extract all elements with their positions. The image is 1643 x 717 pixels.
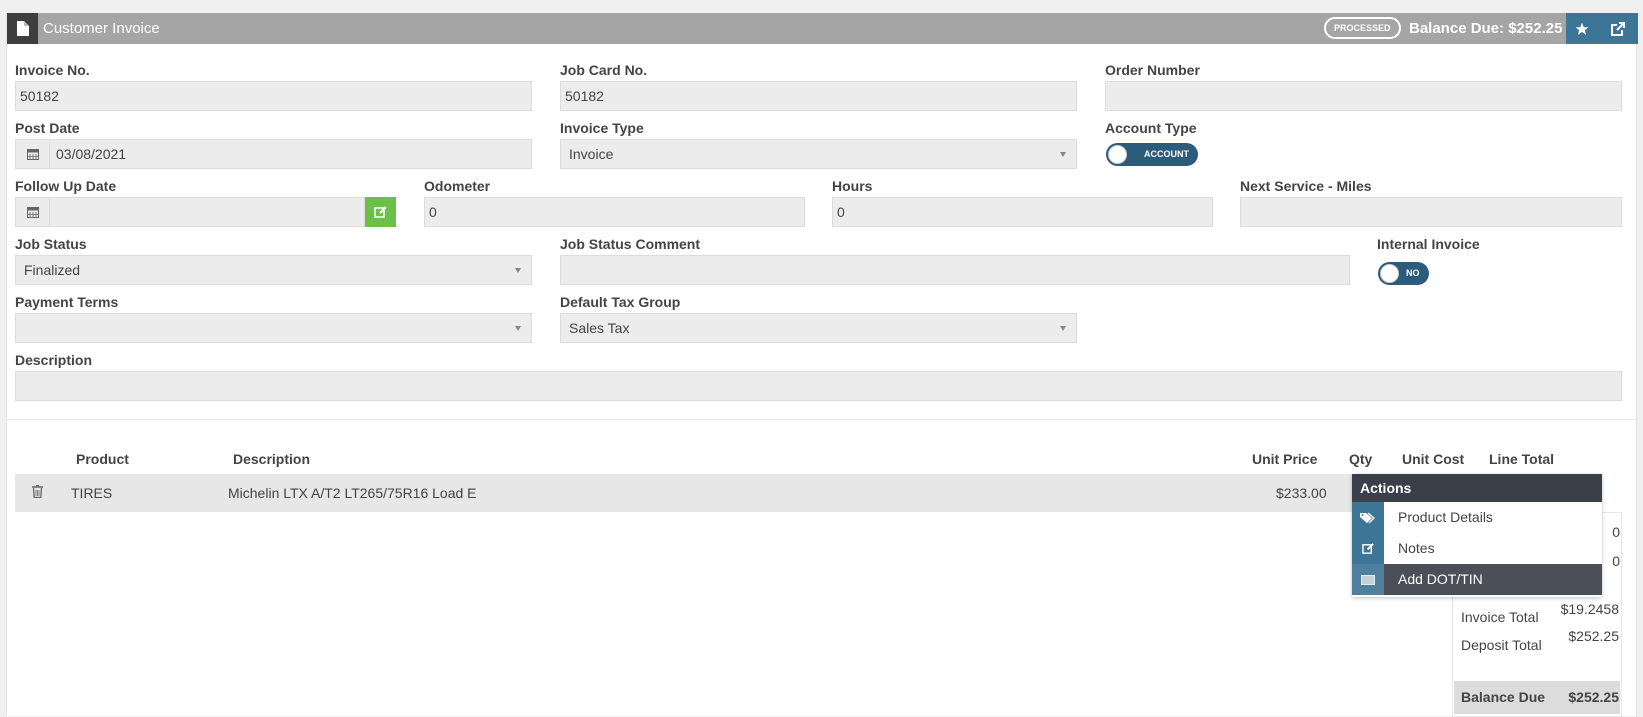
menu-item-notes[interactable]: Notes (1352, 533, 1602, 564)
follow-up-date-label: Follow Up Date (15, 178, 117, 194)
description-label: Description (15, 352, 93, 368)
follow-up-edit-button[interactable] (365, 197, 396, 227)
deposit-total-label: Deposit Total (1461, 637, 1542, 653)
job-status-label: Job Status (15, 236, 87, 252)
job-status-comment-label: Job Status Comment (560, 236, 701, 252)
post-date-label: Post Date (15, 120, 80, 136)
col-header-qty: Qty (1349, 451, 1373, 467)
job-card-no-label: Job Card No. (560, 62, 648, 78)
edit-icon (1352, 533, 1384, 564)
account-type-toggle-text: ACCOUNT (1144, 149, 1189, 159)
invoice-type-select[interactable]: Invoice (560, 139, 1077, 169)
order-number-field[interactable] (1105, 81, 1622, 111)
col-header-unit-price: Unit Price (1252, 451, 1318, 467)
job-card-no-field[interactable]: 50182 (560, 81, 1077, 111)
table-row: TIRES Michelin LTX A/T2 LT265/75R16 Load… (15, 474, 1520, 512)
invoice-no-label: Invoice No. (15, 62, 90, 78)
invoice-total-label: Invoice Total (1461, 609, 1539, 625)
menu-item-product-details[interactable]: Product Details (1352, 502, 1602, 533)
account-type-toggle[interactable]: ACCOUNT (1106, 143, 1198, 166)
open-external-button[interactable] (1598, 13, 1638, 44)
internal-invoice-toggle[interactable]: NO (1378, 262, 1429, 285)
menu-item-label: Add DOT/TIN (1398, 571, 1483, 587)
row-product: TIRES (71, 485, 113, 501)
calendar-icon (16, 140, 50, 168)
default-tax-group-label: Default Tax Group (560, 294, 681, 310)
trash-icon (32, 484, 43, 499)
menu-item-add-dot-tin[interactable]: Add DOT/TIN (1352, 564, 1602, 595)
internal-invoice-toggle-text: NO (1406, 268, 1420, 278)
description-field[interactable] (15, 371, 1622, 401)
job-status-select[interactable]: Finalized (15, 255, 532, 285)
barcode-icon (1352, 564, 1384, 595)
document-icon (7, 13, 38, 44)
delete-row-button[interactable] (32, 484, 43, 501)
favorite-button[interactable] (1566, 13, 1598, 44)
page-title: Customer Invoice (43, 20, 160, 37)
col-header-line-total: Line Total (1489, 451, 1555, 467)
deposit-total-value: $252.25 (1568, 628, 1619, 644)
row-unit-price: $233.00 (1276, 485, 1327, 501)
invoice-panel: Customer Invoice PROCESSED Balance Due: … (6, 13, 1638, 717)
hours-label: Hours (832, 178, 873, 194)
calendar-icon (16, 198, 50, 226)
col-header-product: Product (76, 451, 129, 467)
next-service-miles-field[interactable] (1240, 197, 1622, 227)
invoice-type-label: Invoice Type (560, 120, 644, 136)
col-header-description: Description (233, 451, 311, 467)
post-date-field[interactable]: 03/08/2021 (15, 139, 532, 169)
tax-total-value: $19.2458 (1560, 601, 1619, 617)
header-balance-due: Balance Due: $252.25 (1409, 20, 1563, 37)
payment-terms-select[interactable] (15, 313, 532, 343)
actions-menu-title: Actions (1352, 474, 1602, 502)
col-header-unit-cost: Unit Cost (1402, 451, 1465, 467)
edit-icon (373, 206, 387, 218)
invoice-no-field[interactable]: 50182 (15, 81, 532, 111)
totals-partial-value: 0 (1612, 524, 1620, 540)
balance-due-row: Balance Due $252.25 (1454, 681, 1620, 714)
actions-menu: Actions Product Details Notes Add DOT/TI… (1352, 474, 1602, 597)
balance-due-label: Balance Due (1461, 689, 1546, 705)
post-date-value: 03/08/2021 (56, 146, 127, 162)
job-status-comment-field[interactable] (560, 255, 1350, 285)
totals-partial-value: 0 (1612, 553, 1620, 569)
section-divider (7, 419, 1638, 420)
menu-item-label: Product Details (1398, 509, 1493, 525)
tags-icon (1352, 502, 1384, 533)
follow-up-date-field[interactable] (15, 197, 365, 227)
payment-terms-label: Payment Terms (15, 294, 119, 310)
internal-invoice-label: Internal Invoice (1377, 236, 1480, 252)
hours-field[interactable]: 0 (832, 197, 1213, 227)
external-link-icon (1611, 21, 1625, 36)
order-number-label: Order Number (1105, 62, 1200, 78)
toggle-knob (1108, 145, 1127, 164)
invoice-header: Customer Invoice PROCESSED Balance Due: … (7, 13, 1638, 44)
menu-item-label: Notes (1398, 540, 1435, 556)
star-icon (1575, 22, 1589, 35)
odometer-field[interactable]: 0 (424, 197, 805, 227)
toggle-knob (1380, 264, 1399, 283)
odometer-label: Odometer (424, 178, 491, 194)
default-tax-group-select[interactable]: Sales Tax (560, 313, 1077, 343)
next-service-miles-label: Next Service - Miles (1240, 178, 1372, 194)
balance-due-value: $252.25 (1568, 689, 1619, 705)
account-type-label: Account Type (1105, 120, 1197, 136)
status-badge: PROCESSED (1324, 17, 1401, 39)
row-description: Michelin LTX A/T2 LT265/75R16 Load E (228, 485, 477, 501)
